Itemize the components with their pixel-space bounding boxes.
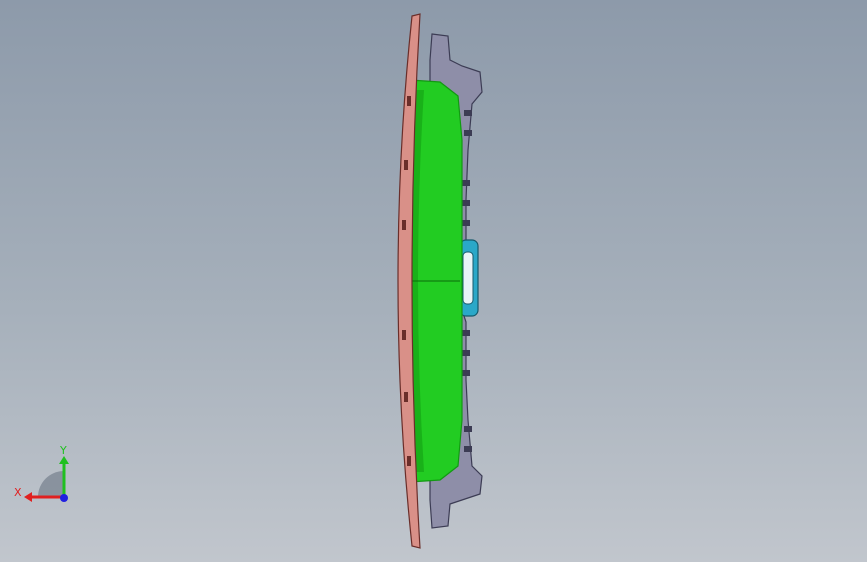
y-axis-label: Y (59, 444, 67, 457)
y-axis-arrow (59, 456, 69, 464)
triad-quadrant (38, 471, 64, 497)
axis-triad: X Y (14, 444, 69, 502)
x-axis-label: X (14, 486, 22, 499)
x-axis-arrow (24, 492, 32, 502)
z-axis-dot (60, 494, 68, 502)
center-clip-inner (462, 251, 474, 305)
part-model[interactable] (0, 0, 867, 562)
cad-viewport[interactable]: X Y (0, 0, 867, 562)
